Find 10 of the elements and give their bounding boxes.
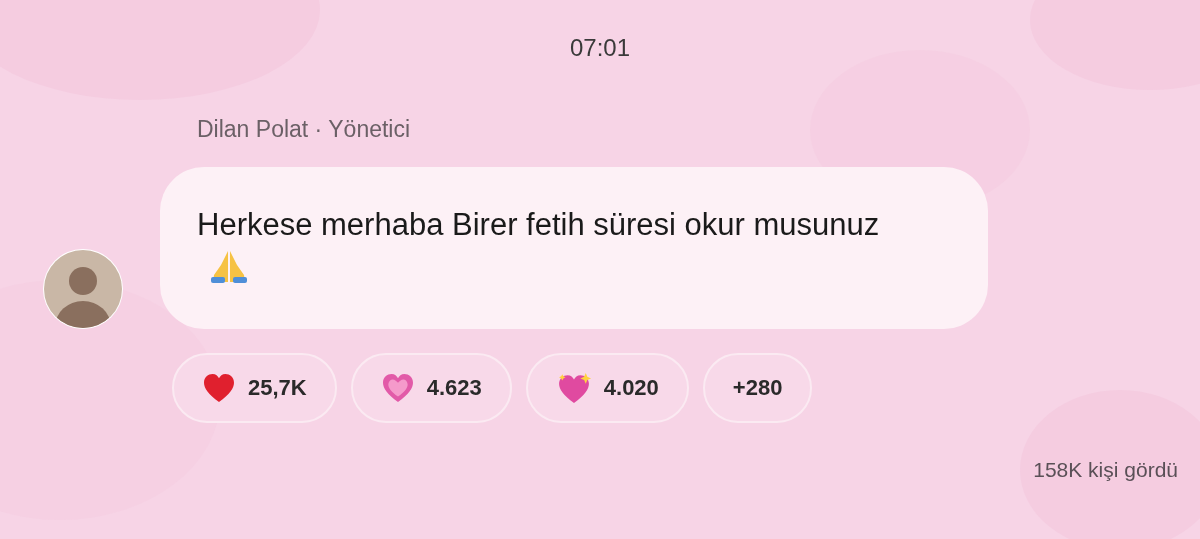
sender-name: Dilan Polat · Yönetici (196, 115, 412, 144)
reaction-chip[interactable]: 4.020 (525, 352, 689, 423)
reaction-chip[interactable]: 4.623 (350, 352, 512, 423)
timestamp: 07:01 (569, 33, 631, 63)
heart-icon (380, 372, 415, 403)
reaction-chip[interactable]: 25,7K (172, 352, 337, 423)
message-text: Herkese merhaba Birer fetih süresi okur musunuz (197, 206, 880, 242)
reaction-chip[interactable]: +280 (702, 352, 813, 423)
heart-icon (202, 372, 236, 403)
view-count: 158K kişi gördü (1033, 456, 1178, 483)
